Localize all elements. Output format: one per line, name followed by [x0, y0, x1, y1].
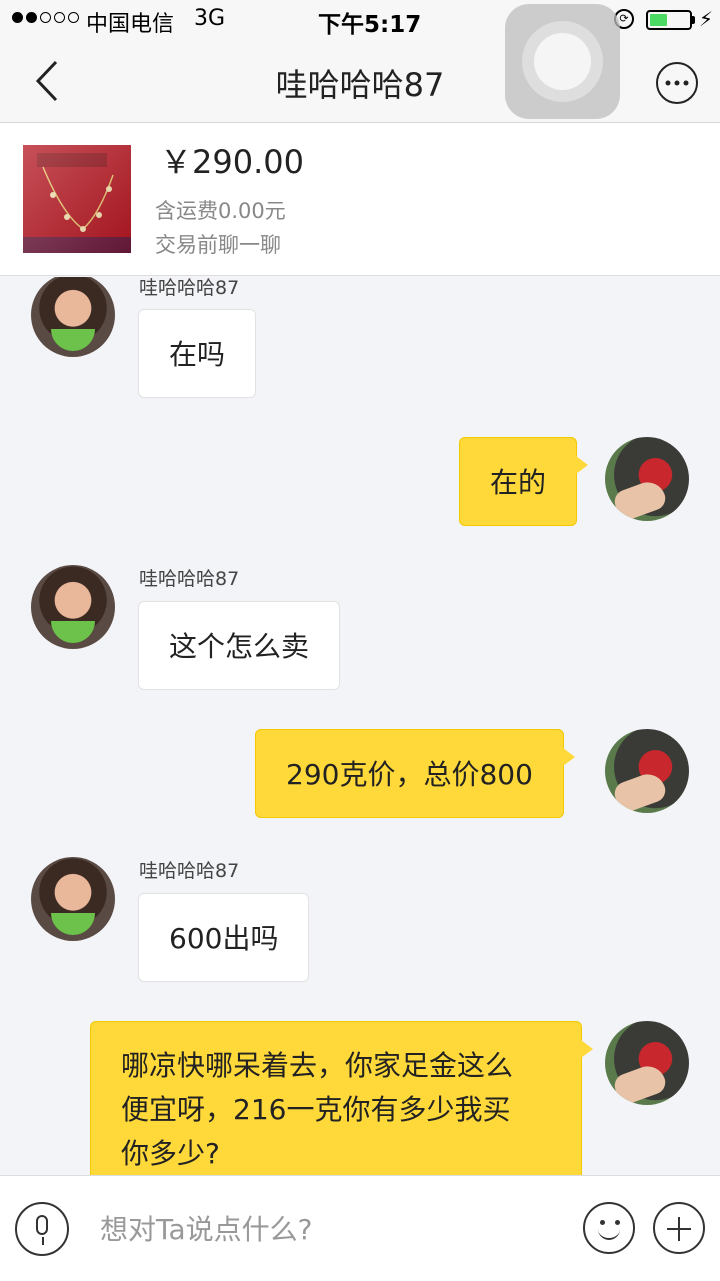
emoji-icon[interactable] [583, 1202, 635, 1254]
avatar[interactable] [605, 437, 689, 521]
battery-tip [692, 16, 695, 24]
message-bubble[interactable]: 在吗 [138, 309, 257, 398]
microphone-icon[interactable] [15, 1202, 69, 1256]
network-type: 3G [194, 6, 226, 31]
avatar[interactable] [31, 857, 115, 941]
signal-strength-icon [12, 12, 79, 23]
avatar[interactable] [605, 729, 689, 813]
sender-name: 哇哈哈哈87 [139, 277, 240, 299]
chat-title: 哇哈哈哈87 [275, 66, 445, 104]
avatar[interactable] [31, 565, 115, 649]
message-bubble[interactable]: 这个怎么卖 [138, 601, 341, 690]
message-input[interactable] [100, 1204, 560, 1254]
message-line: 便宜呀，216一克你有多少我买 [121, 1093, 511, 1126]
message-bubble[interactable]: 600出吗 [138, 893, 310, 982]
avatar[interactable] [31, 277, 115, 357]
assistive-touch-button[interactable] [505, 4, 620, 119]
plus-icon[interactable] [653, 1202, 705, 1254]
status-time: 下午5:17 [318, 12, 422, 38]
product-hint: 交易前聊一聊 [155, 233, 281, 257]
message-bubble[interactable]: 在的 [459, 437, 589, 526]
input-bar [0, 1175, 720, 1281]
message-line: 哪凉快哪呆着去，你家足金这么 [121, 1049, 514, 1082]
carrier-name: 中国电信 [86, 12, 175, 37]
product-shipping: 含运费0.00元 [155, 199, 286, 223]
battery-level [650, 14, 668, 26]
battery-icon [646, 10, 692, 30]
message-bubble[interactable]: 290克价，总价800 [255, 729, 575, 818]
message-line: 你多少? [121, 1137, 220, 1170]
avatar[interactable] [605, 1021, 689, 1105]
product-thumbnail[interactable] [23, 145, 131, 253]
sender-name: 哇哈哈哈87 [139, 860, 240, 882]
message-bubble[interactable]: 哪凉快哪呆着去，你家足金这么 便宜呀，216一克你有多少我买 你多少? [90, 1021, 593, 1175]
charging-icon: ⚡ [699, 7, 714, 31]
chevron-left-icon[interactable] [30, 58, 70, 104]
ellipsis-icon[interactable] [656, 62, 698, 104]
sender-name: 哇哈哈哈87 [139, 568, 240, 590]
product-card[interactable]: ￥290.00 含运费0.00元 交易前聊一聊 [0, 123, 720, 276]
chat-area[interactable]: 哇哈哈哈87 在吗 在的 哇哈哈哈87 这个怎么卖 290克价，总价800 哇哈… [0, 277, 720, 1175]
product-price: ￥290.00 [160, 143, 304, 181]
